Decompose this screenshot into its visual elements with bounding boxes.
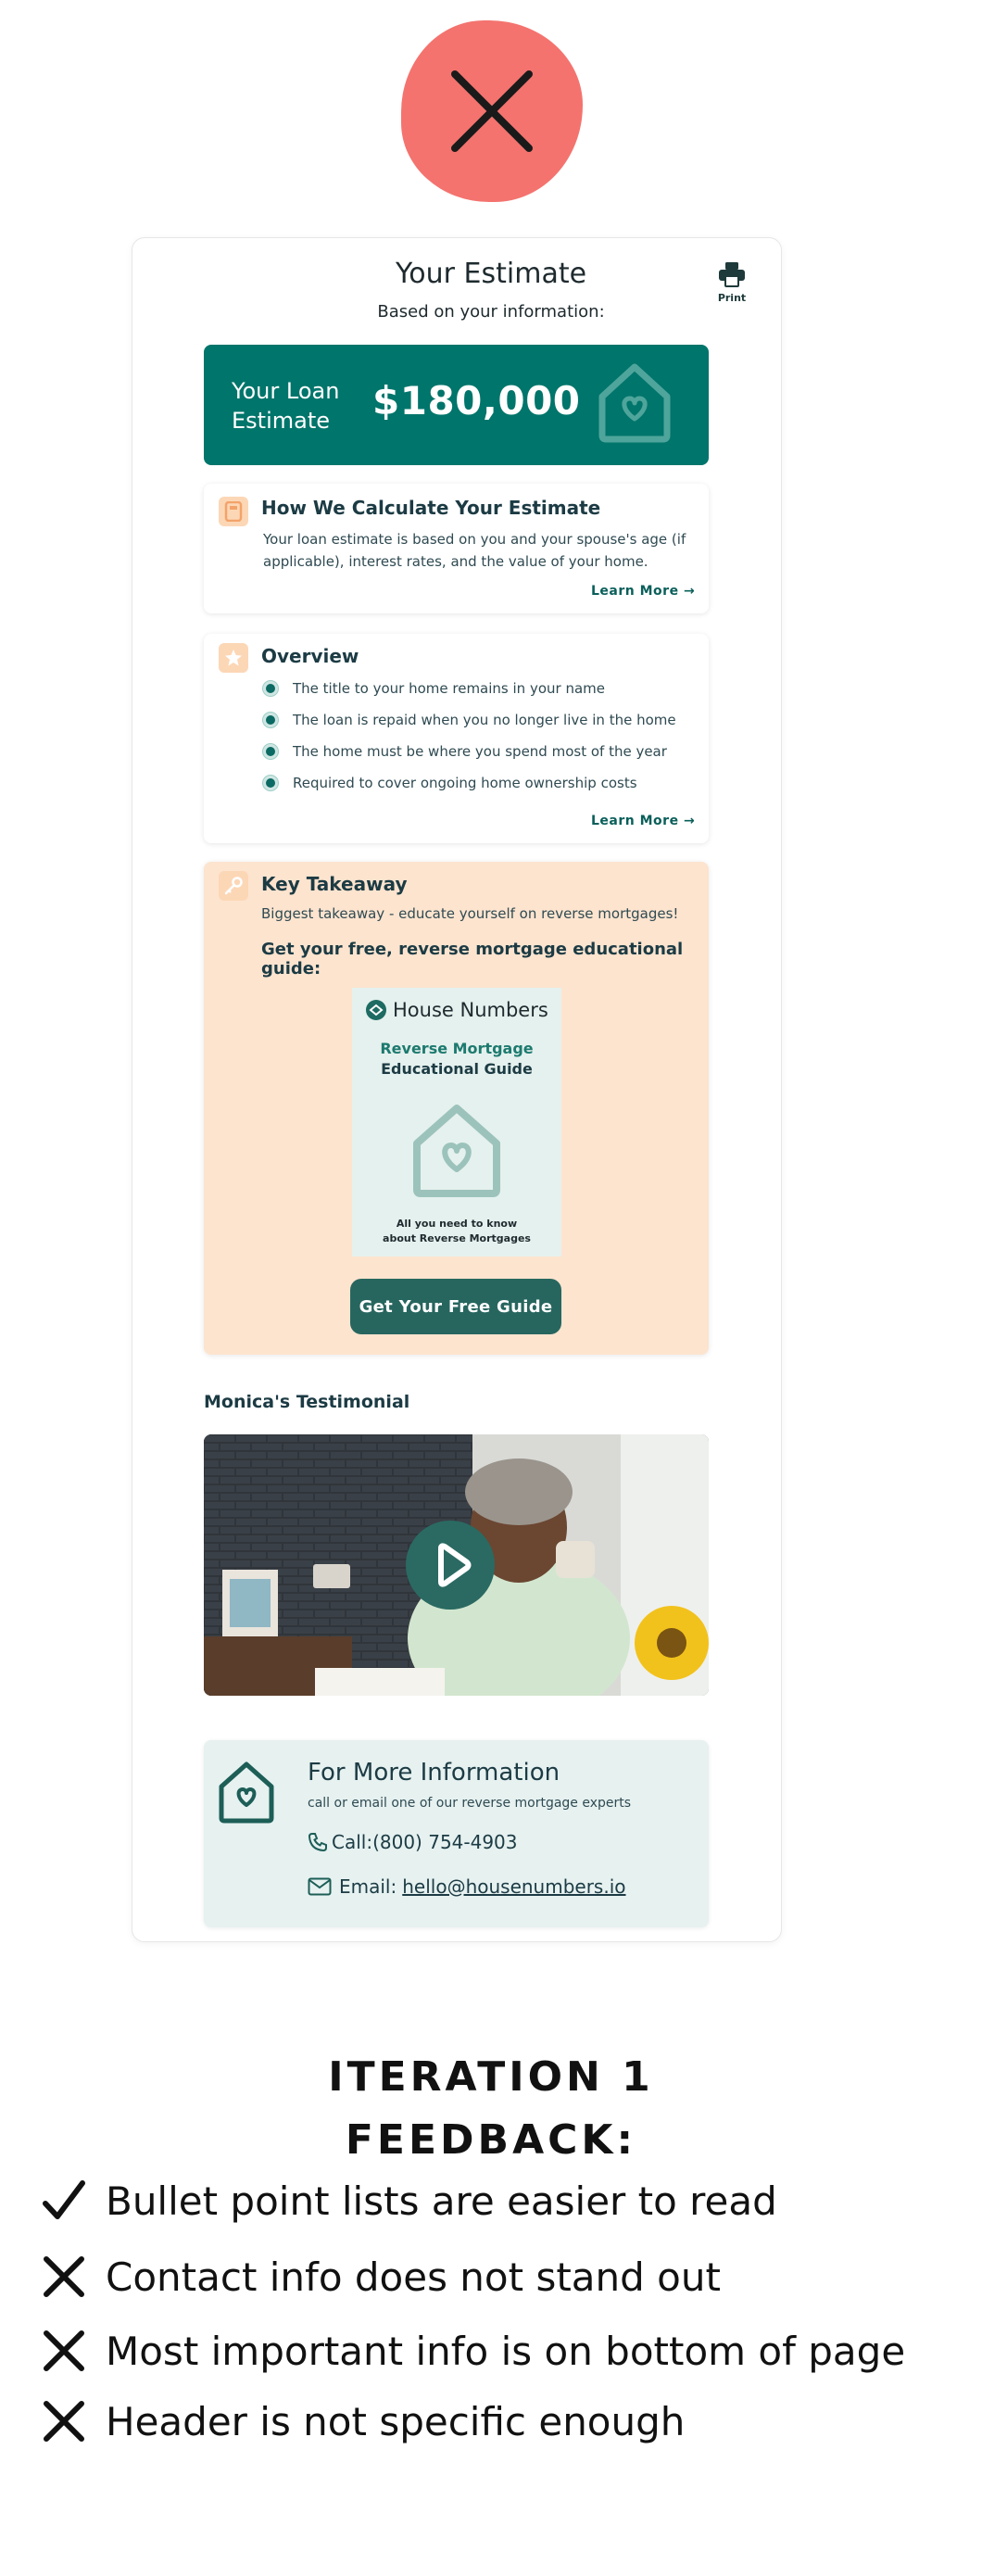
guide-line1: Reverse Mortgage (380, 1040, 534, 1057)
calculator-icon (219, 497, 248, 526)
play-icon (438, 1543, 472, 1587)
feedback-item: Header is not specific enough (41, 2398, 685, 2444)
overview-title: Overview (261, 645, 359, 667)
bullet-dot (263, 681, 278, 696)
phone-number: (800) 754-4903 (372, 1831, 518, 1853)
page-subtitle: Based on your information: (377, 302, 605, 322)
learn-more-label: Learn More (591, 814, 679, 828)
house-heart-icon (593, 358, 676, 450)
rejected-badge (401, 20, 583, 202)
phone-icon (308, 1833, 327, 1852)
list-item-text: The home must be where you spend most of… (293, 743, 667, 760)
guide-cover-image: House Numbers Reverse Mortgage Education… (352, 988, 561, 1256)
printer-icon (719, 262, 745, 287)
bullet-dot (263, 744, 278, 759)
list-item: Required to cover ongoing home ownership… (263, 767, 689, 799)
list-item-text: The loan is repaid when you no longer li… (293, 712, 676, 728)
feedback-item: Most important info is on bottom of page (41, 2328, 905, 2374)
overview-list: The title to your home remains in your n… (263, 673, 689, 799)
star-icon (219, 643, 248, 673)
bullet-dot (263, 713, 278, 727)
arrow-right-icon: → (683, 584, 696, 599)
feedback-item: Contact info does not stand out (41, 2254, 721, 2300)
feedback-text: Header is not specific enough (106, 2398, 686, 2444)
feedback-text: Bullet point lists are easier to read (106, 2178, 777, 2224)
guide-brand: House Numbers (365, 999, 548, 1021)
mail-icon (308, 1877, 332, 1896)
feedback-item: Bullet point lists are easier to read (41, 2178, 777, 2224)
cross-icon (44, 2256, 84, 2297)
close-icon (451, 70, 533, 152)
feedback-text: Most important info is on bottom of page (106, 2328, 906, 2374)
takeaway-subtitle: Biggest takeaway - educate yourself on r… (261, 905, 679, 922)
takeaway-cta-heading: Get your free, reverse mortgage educatio… (261, 940, 684, 979)
loan-label: Your Loan Estimate (232, 378, 340, 434)
list-item-text: The title to your home remains in your n… (293, 680, 605, 697)
get-free-guide-button[interactable]: Get Your Free Guide (350, 1279, 561, 1334)
calc-learn-more-link[interactable]: Learn More → (591, 584, 695, 599)
email-link[interactable]: hello@housenumbers.io (402, 1875, 625, 1898)
contact-email-row[interactable]: Email: hello@housenumbers.io (308, 1875, 626, 1898)
feedback-heading-line1: ITERATION 1 (328, 2053, 654, 2101)
guide-foot2: about Reverse Mortgages (383, 1232, 531, 1244)
key-icon (219, 871, 248, 901)
bullet-dot (263, 776, 278, 790)
list-item-text: Required to cover ongoing home ownership… (293, 775, 637, 791)
contact-call-row[interactable]: Call: (800) 754-4903 (308, 1831, 518, 1853)
takeaway-title: Key Takeaway (261, 873, 408, 895)
contact-title: For More Information (308, 1759, 560, 1787)
contact-box: For More Information call or email one o… (204, 1740, 709, 1927)
guide-brand-name: House Numbers (393, 999, 548, 1021)
list-item: The home must be where you spend most of… (263, 736, 689, 767)
feedback-text: Contact info does not stand out (106, 2254, 721, 2300)
cross-icon (44, 2401, 84, 2442)
house-heart-icon (408, 1099, 506, 1205)
list-item: The loan is repaid when you no longer li… (263, 704, 689, 736)
checkmark-icon (43, 2180, 85, 2219)
print-button[interactable]: Print (709, 261, 755, 304)
arrow-right-icon: → (683, 814, 696, 828)
email-label: Email: (339, 1875, 397, 1898)
guide-line2: Educational Guide (381, 1060, 533, 1078)
contact-subtitle: call or email one of our reverse mortgag… (308, 1796, 632, 1811)
learn-more-label: Learn More (591, 584, 679, 599)
overview-learn-more-link[interactable]: Learn More → (591, 814, 695, 828)
loan-estimate-box: Your Loan Estimate $180,000 (204, 345, 709, 465)
house-heart-icon (217, 1759, 276, 1827)
overview-card: Overview The title to your home remains … (204, 634, 709, 843)
testimonial-video[interactable] (204, 1434, 709, 1696)
guide-foot1: All you need to know (396, 1218, 518, 1230)
testimonial-title: Monica's Testimonial (204, 1392, 410, 1412)
list-item: The title to your home remains in your n… (263, 673, 689, 704)
print-label: Print (717, 292, 747, 304)
loan-amount: $180,000 (372, 378, 581, 423)
feedback-heading-line2: FEEDBACK: (345, 2116, 637, 2164)
calculation-title: How We Calculate Your Estimate (261, 497, 601, 519)
call-label: Call: (332, 1831, 373, 1853)
calculation-card: How We Calculate Your Estimate Your loan… (204, 484, 709, 613)
house-numbers-logo-icon (366, 1000, 386, 1020)
calculation-body: Your loan estimate is based on you and y… (263, 531, 686, 570)
cross-icon (44, 2330, 84, 2371)
play-button[interactable] (406, 1521, 495, 1610)
page-title: Your Estimate (395, 258, 587, 290)
